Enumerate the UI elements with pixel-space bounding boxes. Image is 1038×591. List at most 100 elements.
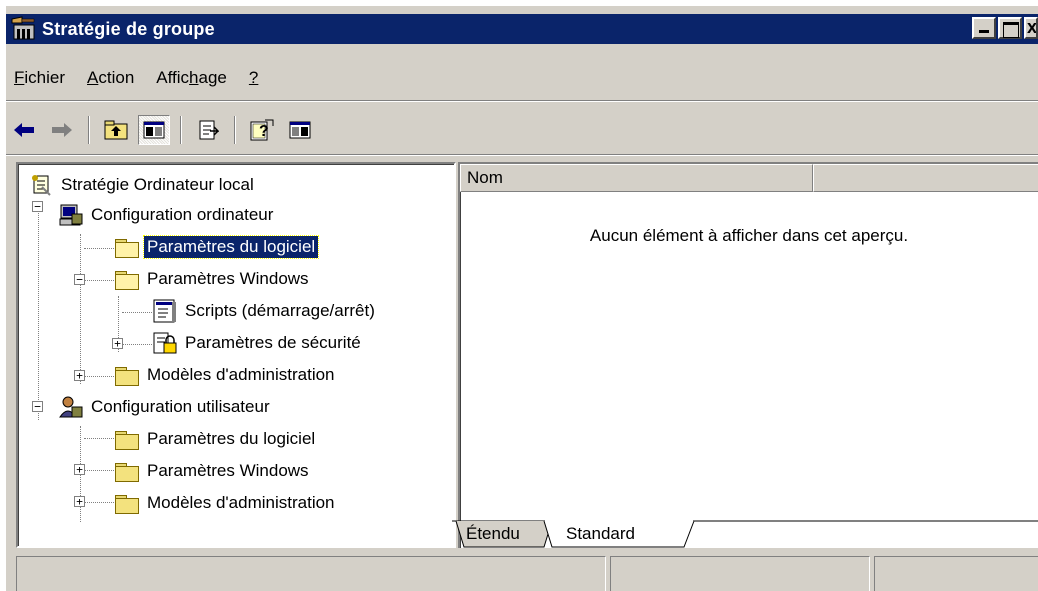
window-controls: x: [972, 17, 1038, 39]
title-bar[interactable]: Stratégie de groupe x: [6, 14, 1038, 44]
tree-item-label: Configuration ordinateur: [91, 205, 274, 224]
toolbar-separator-2: [180, 116, 182, 144]
status-pane-2: [610, 556, 870, 591]
menu-affichage-accel: h: [189, 68, 199, 87]
status-pane-1: [16, 556, 606, 591]
expand-toggle[interactable]: +: [74, 496, 85, 507]
tree-item-label: Stratégie Ordinateur local: [61, 175, 254, 194]
menu-toolbar-divider: [6, 100, 1038, 102]
toolbar: ?: [8, 112, 322, 148]
console-tree-icon: [143, 121, 165, 139]
collapse-toggle[interactable]: −: [32, 201, 43, 212]
folder-open-icon: [114, 237, 140, 258]
folder-icon: [114, 365, 140, 386]
console-tree[interactable]: Stratégie Ordinateur local − Configurati…: [16, 162, 456, 548]
tree-item-computer-configuration[interactable]: Configuration ordinateur: [58, 200, 276, 230]
tree-item-label: Paramètres de sécurité: [185, 333, 361, 352]
status-bar: [12, 556, 1038, 591]
tab-etendu[interactable]: Étendu: [466, 520, 520, 548]
export-list-button[interactable]: [192, 115, 224, 145]
tree-line: [38, 202, 39, 420]
tree-item-label: Configuration utilisateur: [91, 397, 270, 416]
list-header: Nom: [460, 164, 1038, 192]
tree-item-label: Paramètres Windows: [147, 461, 309, 480]
expand-toggle[interactable]: +: [74, 370, 85, 381]
menu-help[interactable]: ?: [241, 68, 266, 88]
security-settings-icon: [153, 332, 177, 354]
tree-line: [84, 280, 114, 281]
tree-item-uc-admin-templates[interactable]: Modèles d'administration: [114, 488, 338, 518]
computer-config-icon: [59, 204, 83, 226]
toolbar-separator: [88, 116, 90, 144]
tree-item-label: Paramètres du logiciel: [142, 235, 320, 259]
tree-item-uc-windows-settings[interactable]: Paramètres Windows: [114, 456, 312, 486]
view-tabs: Étendu Standard: [452, 520, 1038, 548]
tab-standard[interactable]: Standard: [566, 520, 635, 548]
details-pane[interactable]: Nom Aucun élément à afficher dans cet ap…: [458, 162, 1038, 548]
policy-scroll-icon: [32, 175, 51, 196]
help-book-icon: ?: [250, 119, 274, 141]
help-button[interactable]: ?: [246, 115, 278, 145]
column-header-name[interactable]: Nom: [460, 164, 813, 192]
expand-toggle[interactable]: +: [74, 464, 85, 475]
column-header-2[interactable]: [812, 164, 1038, 192]
menu-affichage-rest: age: [198, 68, 227, 87]
menu-fichier-rest: ichier: [24, 68, 66, 87]
tree-line: [84, 502, 114, 503]
show-hide-action-pane-button[interactable]: [284, 115, 316, 145]
status-pane-3: [874, 556, 1038, 591]
back-button[interactable]: [8, 115, 40, 145]
group-policy-app-icon[interactable]: [10, 15, 38, 43]
menu-action-accel: A: [87, 68, 99, 87]
menu-fichier-accel: F: [14, 68, 25, 87]
collapse-toggle[interactable]: −: [74, 274, 85, 285]
menu-help-accel: ?: [248, 68, 259, 87]
collapse-toggle[interactable]: −: [32, 401, 43, 412]
tree-item-root[interactable]: Stratégie Ordinateur local: [30, 170, 257, 200]
folder-up-icon: [104, 120, 128, 140]
tree-line: [84, 376, 114, 377]
folder-icon: [114, 429, 140, 450]
maximize-button[interactable]: [998, 17, 1022, 39]
show-hide-tree-button[interactable]: [138, 115, 170, 145]
tree-item-label: Paramètres Windows: [147, 269, 309, 288]
tree-line: [80, 234, 81, 384]
tree-item-cc-windows-settings[interactable]: Paramètres Windows: [114, 264, 312, 294]
tree-item-cc-scripts[interactable]: Scripts (démarrage/arrêt): [152, 296, 378, 326]
tree-line: [122, 312, 152, 313]
menu-bar: Fichier Action Affichage ?: [6, 64, 272, 92]
scripts-icon: [153, 299, 176, 323]
tree-item-cc-admin-templates[interactable]: Modèles d'administration: [114, 360, 338, 390]
export-list-icon: [199, 120, 219, 140]
tree-item-label: Modèles d'administration: [147, 493, 335, 512]
tree-item-user-configuration[interactable]: Configuration utilisateur: [58, 392, 273, 422]
user-config-icon: [59, 396, 83, 418]
toolbar-divider: [6, 154, 1038, 156]
minimize-button[interactable]: [972, 17, 996, 39]
svg-text:?: ?: [259, 123, 269, 140]
folder-icon: [114, 493, 140, 514]
tree-item-cc-software-settings[interactable]: Paramètres du logiciel: [114, 232, 320, 262]
close-button[interactable]: x: [1024, 17, 1038, 39]
tree-line: [84, 470, 114, 471]
tree-item-cc-security-settings[interactable]: Paramètres de sécurité: [152, 328, 364, 358]
up-one-level-button[interactable]: [100, 115, 132, 145]
folder-icon: [114, 461, 140, 482]
menu-fichier[interactable]: Fichier: [6, 68, 73, 88]
tree-item-uc-software-settings[interactable]: Paramètres du logiciel: [114, 424, 318, 454]
window-title: Stratégie de groupe: [42, 18, 215, 39]
forward-button[interactable]: [46, 115, 78, 145]
tree-item-label: Scripts (démarrage/arrêt): [185, 301, 375, 320]
empty-list-message: Aucun élément à afficher dans cet aperçu…: [589, 226, 909, 245]
tree-line: [84, 438, 114, 439]
menu-action-rest: ction: [98, 68, 135, 87]
back-arrow-icon: [14, 123, 34, 137]
tree-line: [122, 344, 152, 345]
menu-affichage[interactable]: Affichage: [148, 68, 235, 88]
toolbar-separator-3: [234, 116, 236, 144]
menu-affichage-pre: Affic: [156, 68, 190, 87]
tree-item-label: Paramètres du logiciel: [147, 429, 316, 448]
menu-action[interactable]: Action: [79, 68, 142, 88]
expand-toggle[interactable]: +: [112, 338, 123, 349]
forward-arrow-icon: [52, 123, 72, 137]
